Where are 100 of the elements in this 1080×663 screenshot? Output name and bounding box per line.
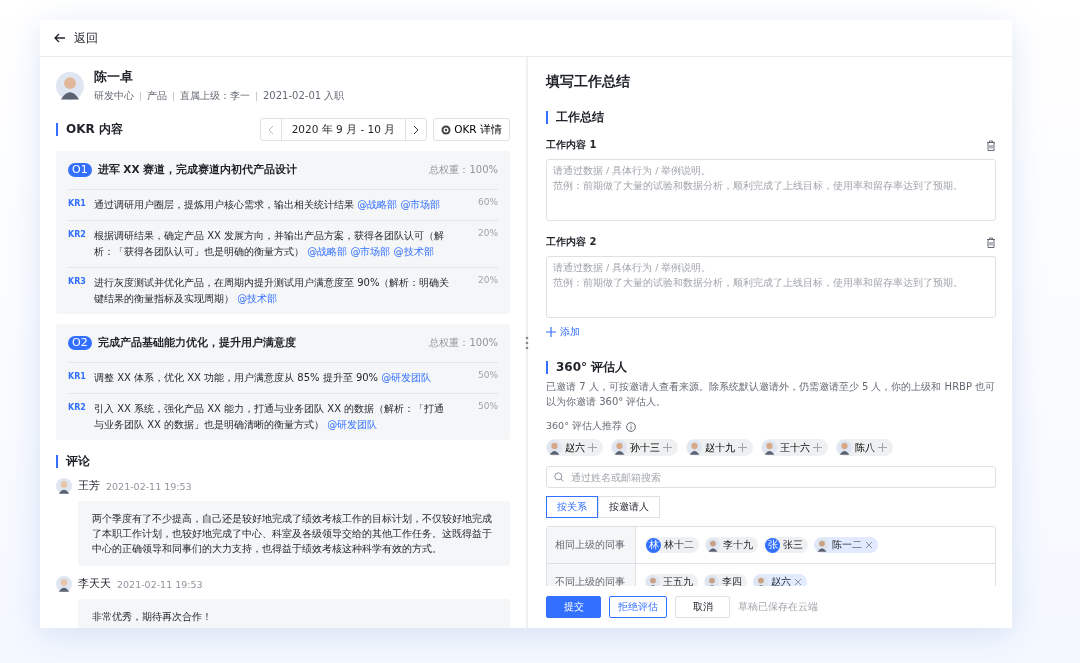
back-arrow-icon bbox=[54, 33, 66, 43]
person-chip[interactable]: 林 林十二 bbox=[645, 537, 699, 553]
avatar bbox=[56, 478, 72, 494]
person-chip[interactable]: 王五九 bbox=[645, 574, 698, 586]
section-title: 工作总结 bbox=[546, 111, 996, 124]
recommend-chip[interactable]: 赵六 bbox=[546, 439, 603, 456]
avatar bbox=[837, 440, 852, 455]
profile-meta: 产品 bbox=[147, 89, 167, 103]
recommend-chip[interactable]: 王十六 bbox=[761, 439, 828, 456]
plus-icon bbox=[546, 327, 556, 337]
profile-meta: 直属上级：李一 bbox=[180, 89, 250, 103]
placeholder-text: 范例：前期做了大量的试验和数据分析，顺利完成了上线目标，使用率和留存率达到了预期。 bbox=[553, 276, 963, 290]
placeholder-text: 范例：前期做了大量的试验和数据分析，顺利完成了上线目标，使用率和留存率达到了预期。 bbox=[553, 179, 963, 193]
kr-label: KR3 bbox=[68, 276, 86, 288]
weight-label: 总权重：100% bbox=[429, 336, 498, 350]
mention-link[interactable]: @技术部 bbox=[237, 293, 278, 304]
mention-link[interactable]: @市场部 bbox=[350, 246, 391, 257]
recommend-chip[interactable]: 赵十九 bbox=[686, 439, 753, 456]
tab[interactable]: 按邀请人 bbox=[598, 496, 660, 518]
search-icon bbox=[554, 472, 564, 482]
field-label: 工作内容 1 bbox=[546, 138, 597, 152]
kr-label: KR1 bbox=[68, 371, 86, 383]
recommend-label: 360° 评估人推荐 bbox=[546, 420, 622, 433]
kr-label: KR2 bbox=[68, 229, 86, 241]
section-title: 360° 评估人 bbox=[546, 361, 996, 374]
save-status: 草稿已保存在云端 bbox=[738, 600, 818, 614]
kr-text: 调整 XX 体系，优化 XX 功能，用户满意度从 85% 提升至 90% @研发团队 bbox=[94, 371, 433, 385]
avatar: 张 bbox=[765, 537, 780, 553]
period-label: 2020 年 9 月 - 10 月 bbox=[280, 119, 407, 140]
avatar bbox=[547, 440, 562, 455]
chevron-left-icon bbox=[267, 124, 274, 135]
plus-icon bbox=[738, 443, 747, 452]
person-chip[interactable]: 张 张三 bbox=[764, 537, 808, 553]
close-icon bbox=[865, 541, 873, 549]
action-button[interactable]: 取消 bbox=[675, 596, 730, 618]
recommend-chip[interactable]: 孙十三 bbox=[611, 439, 678, 456]
action-button[interactable]: 拒绝评估 bbox=[609, 596, 667, 618]
field-label: 工作内容 2 bbox=[546, 235, 597, 249]
avatar bbox=[56, 72, 84, 100]
kr-text: 通过调研用户圈层，提炼用户核心需求，输出相关统计结果 @战略部 @市场部 bbox=[94, 198, 442, 212]
group-label: 相同上级的同事 bbox=[547, 527, 636, 563]
section-title: OKR 内容 bbox=[56, 123, 123, 136]
avatar bbox=[56, 576, 72, 592]
drag-handle-icon bbox=[523, 335, 531, 351]
objective-badge: O1 bbox=[68, 163, 92, 177]
person-chip[interactable]: 陈一二 bbox=[814, 537, 878, 553]
back-button[interactable]: 返回 bbox=[54, 30, 98, 46]
action-button[interactable]: 提交 bbox=[546, 596, 601, 618]
comment-text: 两个季度有了不少提高，自己还是较好地完成了绩效考核工作的目标计划，不仅较好地完成了本职工作计划，也较好地完成了中心、科室及各级领导交给的其他工作任务。这既得益于中心的正确领导和同事们的大力支持，也得益于绩效考核这种科学有效的方式。 bbox=[78, 501, 510, 566]
add-button[interactable]: 添加 bbox=[546, 325, 580, 339]
plus-icon bbox=[813, 443, 822, 452]
avatar bbox=[815, 538, 829, 552]
kr-weight: 60% bbox=[478, 197, 498, 209]
person-chip[interactable]: 李十九 bbox=[705, 537, 758, 553]
placeholder-text: 请通过数据 / 具体行为 / 举例说明。 bbox=[553, 261, 712, 275]
kr-text: 引入 XX 系统，强化产品 XX 能力，打通与业务团队 XX 的数据（解析：「打通与业务团队 XX 的数据」也是明确清晰的衡量方式） @研发团队 bbox=[94, 402, 446, 432]
info-icon bbox=[625, 421, 636, 432]
recommend-chip[interactable]: 陈八 bbox=[836, 439, 893, 456]
placeholder-text: 请通过数据 / 具体行为 / 举例说明。 bbox=[553, 164, 712, 178]
description-text: 已邀请 7 人，可按邀请人查看来源。除系统默认邀请外，仍需邀请至少 5 人，你的上级和 HRBP 也可以为你邀请 360° 评估人。 bbox=[546, 380, 996, 409]
kr-text: 进行灰度测试并优化产品，在周期内提升测试用户满意度至 90%（解析：明确关键结果的衡量指标及实现周期） @技术部 bbox=[94, 276, 451, 306]
chevron-right-icon bbox=[413, 124, 420, 135]
plus-icon bbox=[588, 443, 597, 452]
objective-title: 完成产品基础能力优化，提升用户满意度 bbox=[97, 336, 297, 350]
group-label: 不同上级的同事 bbox=[547, 564, 636, 586]
avatar bbox=[687, 440, 702, 455]
mention-link[interactable]: @市场部 bbox=[400, 199, 441, 210]
mention-link[interactable]: @战略部 bbox=[357, 199, 398, 210]
form-title: 填写工作总结 bbox=[546, 73, 631, 91]
comment-author: 李天天 bbox=[78, 577, 111, 591]
mention-link[interactable]: @研发团队 bbox=[327, 419, 378, 430]
comment-author: 王芳 bbox=[78, 479, 100, 493]
tab[interactable]: 按关系 bbox=[546, 496, 598, 518]
mention-link[interactable]: @战略部 bbox=[307, 246, 348, 257]
trash-icon bbox=[986, 236, 996, 248]
target-icon bbox=[441, 124, 452, 135]
kr-weight: 20% bbox=[478, 275, 498, 287]
trash-icon bbox=[986, 139, 996, 151]
avatar bbox=[706, 538, 720, 552]
plus-icon bbox=[878, 443, 887, 452]
objective-title: 进军 XX 赛道，完成赛道内初代产品设计 bbox=[97, 163, 299, 177]
profile-meta: 研发中心 bbox=[94, 89, 134, 103]
weight-label: 总权重：100% bbox=[429, 163, 498, 177]
kr-weight: 20% bbox=[478, 228, 498, 240]
mention-link[interactable]: @研发团队 bbox=[381, 372, 432, 383]
profile-meta: 2021-02-01 入职 bbox=[263, 89, 345, 103]
plus-icon bbox=[663, 443, 672, 452]
section-title: 评论 bbox=[56, 455, 90, 468]
kr-label: KR1 bbox=[68, 198, 86, 210]
kr-weight: 50% bbox=[478, 370, 498, 382]
objective-badge: O2 bbox=[68, 336, 92, 350]
person-chip[interactable]: 李四 bbox=[704, 574, 747, 586]
kr-text: 根据调研结果，确定产品 XX 发展方向，并输出产品方案，获得各团队认可（解析：「获得各团队认可」也是明确的衡量方式） @战略部 @市场部 @技术部 bbox=[94, 229, 446, 259]
kr-weight: 50% bbox=[478, 401, 498, 413]
comment-time: 2021-02-11 19:53 bbox=[117, 578, 203, 590]
search-field[interactable]: 通过姓名或邮箱搜索 bbox=[546, 466, 996, 488]
okr-detail-button[interactable]: OKR 详情 bbox=[433, 118, 510, 141]
person-chip[interactable]: 赵六 bbox=[753, 574, 807, 586]
avatar bbox=[612, 440, 627, 455]
mention-link[interactable]: @技术部 bbox=[393, 246, 434, 257]
